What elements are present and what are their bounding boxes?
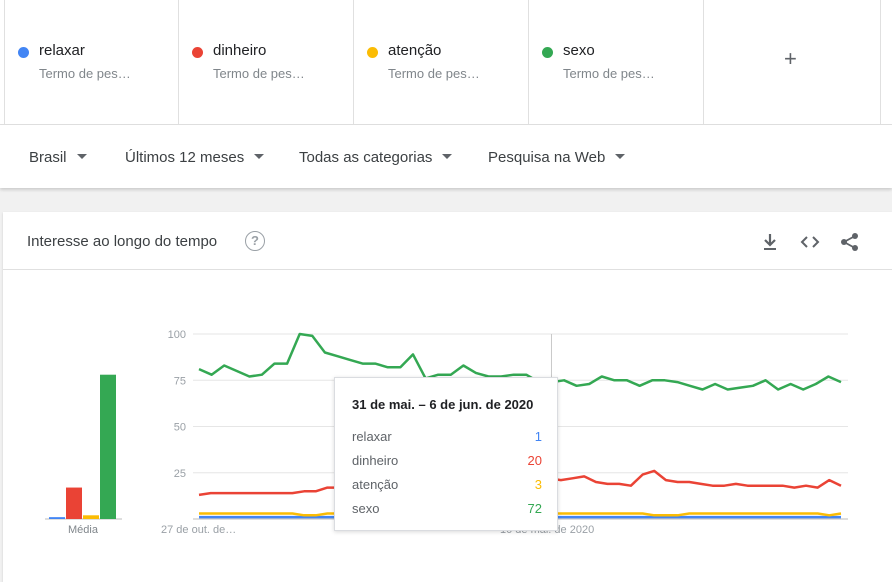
term-type: Termo de pes… bbox=[39, 66, 131, 81]
region-label: Brasil bbox=[29, 149, 67, 166]
term-type: Termo de pes… bbox=[388, 66, 480, 81]
term-type: Termo de pes… bbox=[213, 66, 305, 81]
comparison-terms-bar: relaxar Termo de pes… dinheiro Termo de … bbox=[0, 0, 892, 125]
term-card-dinheiro[interactable]: dinheiro Termo de pes… bbox=[178, 0, 353, 125]
card-header: Interesse ao longo do tempo ? bbox=[3, 212, 892, 270]
filter-bar: Brasil Últimos 12 meses Todas as categor… bbox=[0, 125, 892, 188]
tooltip-row: dinheiro 20 bbox=[352, 453, 542, 468]
tooltip-term: atenção bbox=[352, 477, 399, 492]
term-type: Termo de pes… bbox=[563, 66, 655, 81]
download-icon[interactable] bbox=[759, 232, 781, 252]
caret-down-icon bbox=[442, 153, 453, 159]
tooltip-value: 1 bbox=[534, 429, 542, 444]
tooltip-value: 72 bbox=[527, 501, 542, 516]
tooltip-term: dinheiro bbox=[352, 453, 399, 468]
help-icon[interactable]: ? bbox=[245, 231, 265, 251]
term-card-atencao[interactable]: atenção Termo de pes… bbox=[353, 0, 528, 125]
term-name: dinheiro bbox=[213, 42, 267, 59]
term-card-sexo[interactable]: sexo Termo de pes… bbox=[528, 0, 703, 125]
term-card-relaxar[interactable]: relaxar Termo de pes… bbox=[4, 0, 178, 125]
tooltip-row: atenção 3 bbox=[352, 477, 542, 492]
category-label: Todas as categorias bbox=[299, 149, 433, 166]
caret-down-icon bbox=[615, 153, 626, 159]
chart-tooltip: 31 de mai. – 6 de jun. de 2020 relaxar 1 … bbox=[334, 377, 558, 531]
term-color-dot bbox=[18, 47, 29, 58]
term-color-dot bbox=[192, 47, 203, 58]
tooltip-value: 20 bbox=[527, 453, 542, 468]
search-type-dropdown[interactable]: Pesquisa na Web bbox=[488, 149, 626, 166]
region-dropdown[interactable]: Brasil bbox=[29, 149, 87, 166]
term-name: atenção bbox=[388, 42, 442, 59]
period-label: Últimos 12 meses bbox=[125, 149, 245, 166]
caret-down-icon bbox=[76, 153, 87, 159]
search-type-label: Pesquisa na Web bbox=[488, 149, 606, 166]
tooltip-value: 3 bbox=[534, 477, 542, 492]
period-dropdown[interactable]: Últimos 12 meses bbox=[125, 149, 265, 166]
tooltip-term: relaxar bbox=[352, 429, 392, 444]
tooltip-date: 31 de mai. – 6 de jun. de 2020 bbox=[352, 397, 534, 412]
embed-icon[interactable] bbox=[799, 232, 821, 252]
tooltip-row: relaxar 1 bbox=[352, 429, 542, 444]
category-dropdown[interactable]: Todas as categorias bbox=[299, 149, 453, 166]
plus-icon: + bbox=[784, 46, 797, 71]
term-color-dot bbox=[542, 47, 553, 58]
term-name: sexo bbox=[563, 42, 595, 59]
card-title: Interesse ao longo do tempo bbox=[27, 233, 218, 250]
caret-down-icon bbox=[254, 153, 265, 159]
term-color-dot bbox=[367, 47, 378, 58]
add-term-button[interactable]: + bbox=[703, 0, 881, 125]
share-icon[interactable] bbox=[839, 232, 861, 252]
tooltip-row: sexo 72 bbox=[352, 501, 542, 516]
term-name: relaxar bbox=[39, 42, 85, 59]
tooltip-term: sexo bbox=[352, 501, 380, 516]
